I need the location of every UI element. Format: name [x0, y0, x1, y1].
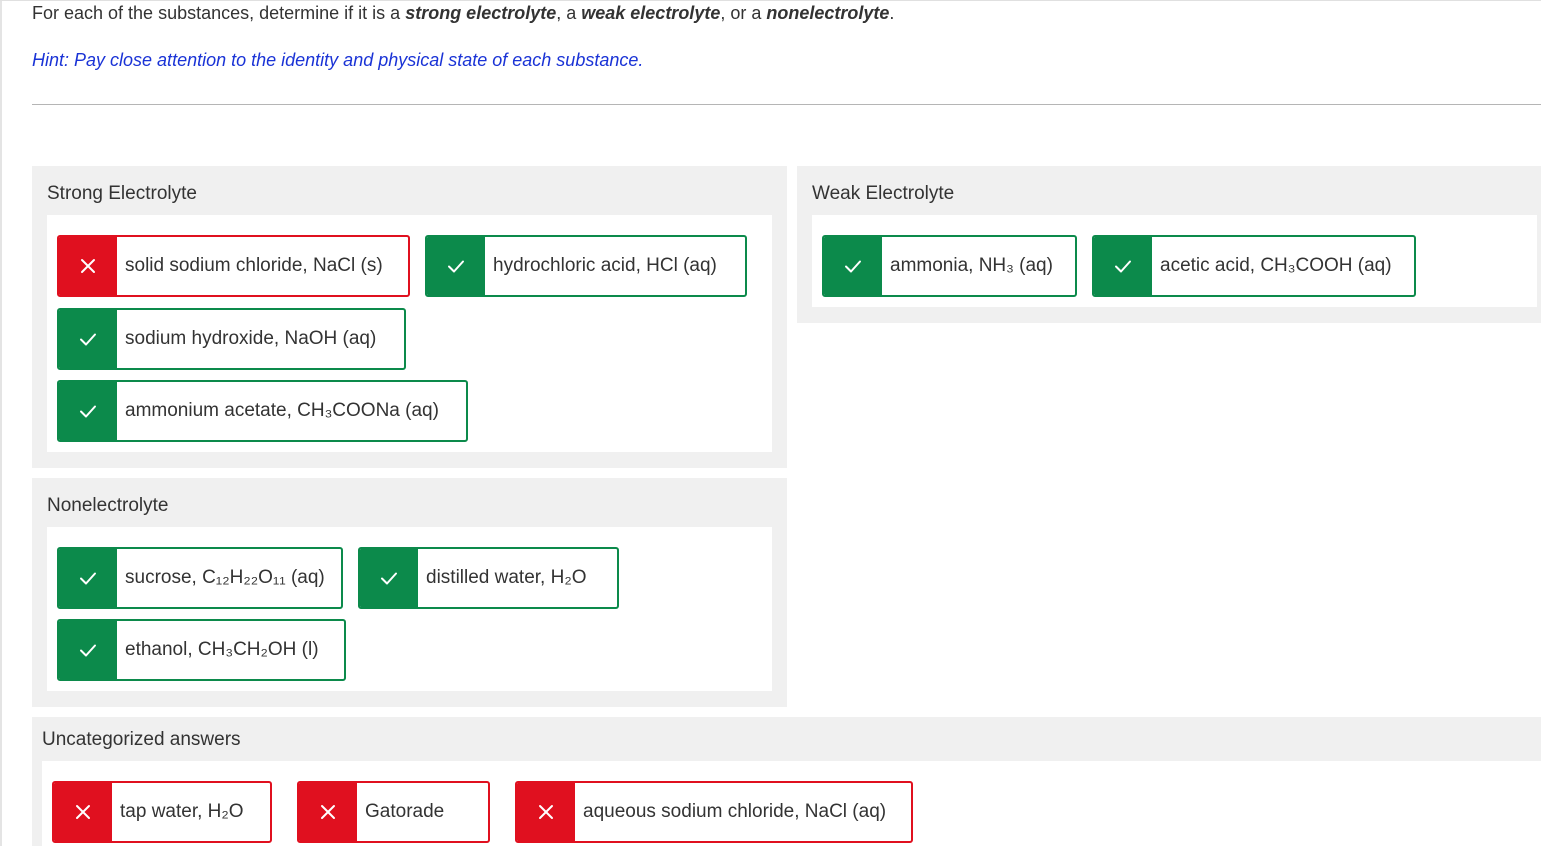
- answer-label: aqueous sodium chloride, NaCl (aq): [583, 801, 887, 822]
- answer-label: sodium hydroxide, NaOH (aq): [125, 328, 377, 349]
- question-text: For each of the substances, determine if…: [32, 3, 895, 23]
- check-icon: [59, 382, 117, 440]
- check-icon: [59, 549, 117, 607]
- bucket-title: Weak Electrolyte: [812, 183, 955, 204]
- check-icon: [360, 549, 418, 607]
- answer-card[interactable]: Gatorade: [297, 781, 490, 843]
- bucket-title: Uncategorized answers: [42, 729, 241, 750]
- check-icon: [1094, 237, 1152, 295]
- answer-card[interactable]: tap water, H₂O: [52, 781, 272, 843]
- bucket-title: Nonelectrolyte: [47, 495, 169, 516]
- answer-card[interactable]: sodium hydroxide, NaOH (aq): [57, 308, 406, 370]
- bucket-nonelectrolyte: Nonelectrolyte sucrose, C₁₂H₂₂O₁₁ (aq) d…: [32, 478, 787, 707]
- x-icon: [54, 783, 112, 841]
- drop-zone-non[interactable]: sucrose, C₁₂H₂₂O₁₁ (aq) distilled water,…: [47, 527, 772, 691]
- answer-card[interactable]: acetic acid, CH₃COOH (aq): [1092, 235, 1416, 297]
- term-strong: strong electrolyte: [405, 3, 557, 23]
- answer-label: acetic acid, CH₃COOH (aq): [1160, 255, 1392, 276]
- check-icon: [824, 237, 882, 295]
- answer-card[interactable]: distilled water, H₂O: [358, 547, 619, 609]
- answer-label: distilled water, H₂O: [426, 567, 587, 588]
- answer-label: hydrochloric acid, HCl (aq): [493, 255, 717, 276]
- answer-card[interactable]: ammonium acetate, CH₃COONa (aq): [57, 380, 468, 442]
- drop-zone-weak[interactable]: ammonia, NH₃ (aq) acetic acid, CH₃COOH (…: [812, 215, 1537, 307]
- check-icon: [59, 310, 117, 368]
- answer-label: tap water, H₂O: [120, 801, 244, 822]
- divider: [32, 104, 1541, 105]
- bucket-title: Strong Electrolyte: [47, 183, 197, 204]
- answer-card[interactable]: ethanol, CH₃CH₂OH (l): [57, 619, 346, 681]
- term-non: nonelectrolyte: [766, 3, 890, 23]
- bucket-weak-electrolyte: Weak Electrolyte ammonia, NH₃ (aq) aceti…: [797, 166, 1541, 323]
- hint-text: Hint: Pay close attention to the identit…: [32, 50, 644, 70]
- answer-label: solid sodium chloride, NaCl (s): [125, 255, 383, 276]
- answer-label: ammonium acetate, CH₃COONa (aq): [125, 400, 439, 421]
- answer-card[interactable]: aqueous sodium chloride, NaCl (aq): [515, 781, 913, 843]
- answer-label: sucrose, C₁₂H₂₂O₁₁ (aq): [125, 567, 325, 588]
- check-icon: [427, 237, 485, 295]
- drop-zone-strong[interactable]: solid sodium chloride, NaCl (s) hydrochl…: [47, 215, 772, 452]
- term-weak: weak electrolyte: [581, 3, 721, 23]
- x-icon: [517, 783, 575, 841]
- top-border: [0, 0, 1541, 1]
- x-icon: [299, 783, 357, 841]
- bucket-uncategorized: Uncategorized answers tap water, H₂O Gat…: [32, 717, 1541, 846]
- answer-label: Gatorade: [365, 801, 445, 822]
- left-border: [0, 0, 2, 846]
- answer-card[interactable]: hydrochloric acid, HCl (aq): [425, 235, 747, 297]
- x-icon: [59, 237, 117, 295]
- bucket-strong-electrolyte: Strong Electrolyte solid sodium chloride…: [32, 166, 787, 468]
- answer-label: ammonia, NH₃ (aq): [890, 255, 1053, 276]
- answer-card[interactable]: sucrose, C₁₂H₂₂O₁₁ (aq): [57, 547, 343, 609]
- answer-card[interactable]: solid sodium chloride, NaCl (s): [57, 235, 410, 297]
- drop-zone-uncategorized[interactable]: tap water, H₂O Gatorade aqueous sodium c…: [42, 761, 1541, 846]
- check-icon: [59, 621, 117, 679]
- answer-label: ethanol, CH₃CH₂OH (l): [125, 639, 319, 660]
- answer-card[interactable]: ammonia, NH₃ (aq): [822, 235, 1077, 297]
